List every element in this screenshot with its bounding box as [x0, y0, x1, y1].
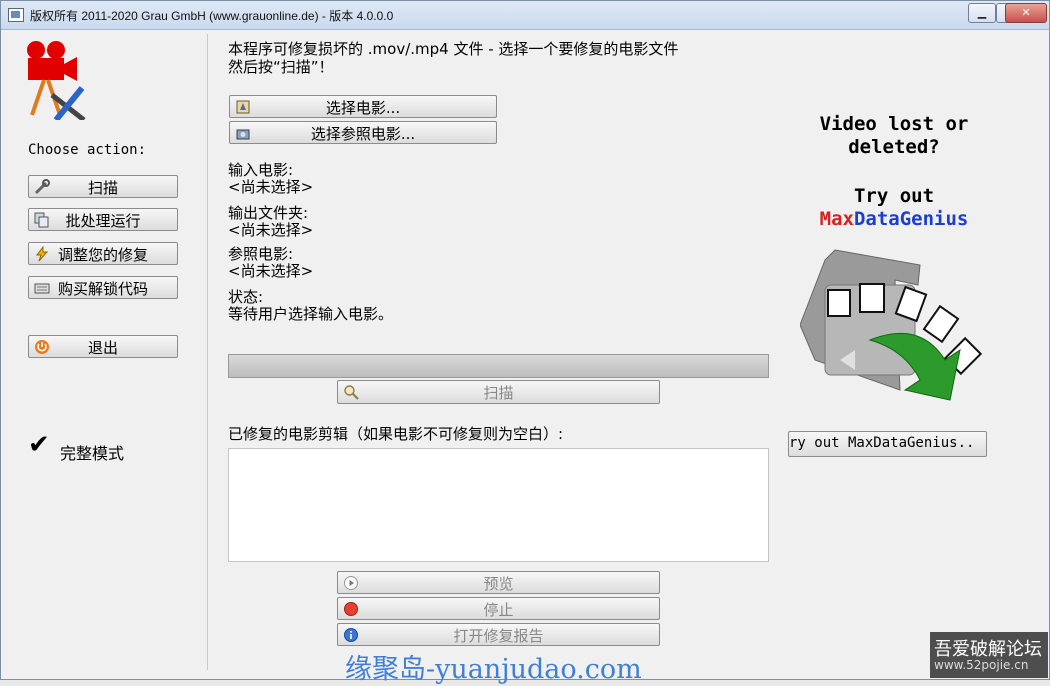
minimize-button[interactable]: ▁: [968, 3, 996, 23]
reference-movie-value: <尚未选择>: [228, 262, 314, 280]
input-movie-label: 输入电影:: [228, 161, 294, 179]
buy-code-label: 购买解锁代码: [57, 280, 148, 298]
app-logo-icon: [27, 41, 86, 120]
watermark-text: 缘聚岛-yuanjudao.com: [345, 654, 642, 685]
status-value: 等待用户选择输入电影。: [228, 305, 394, 323]
full-mode-check-icon: ✔: [28, 430, 50, 460]
tune-repair-label: 调整您的修复: [57, 246, 148, 264]
select-reference-label: 选择参照电影...: [310, 125, 416, 143]
promo-try-out: Try out: [853, 185, 935, 207]
scan-label: 扫描: [483, 384, 514, 402]
output-folder-value: <尚未选择>: [228, 221, 314, 239]
buy-code-button[interactable]: 购买解锁代码: [28, 276, 178, 299]
promo-headline: Video lost or deleted?: [790, 113, 998, 159]
choose-action-label: Choose action:: [28, 142, 147, 158]
exit-label: 退出: [87, 339, 118, 357]
preview-label: 预览: [483, 575, 514, 593]
output-folder-label: 输出文件夹:: [228, 204, 309, 222]
promo-line2: deleted?: [848, 136, 940, 158]
promo-line1: Video lost or: [819, 113, 969, 135]
window-title: 版权所有 2011-2020 Grau GmbH (www.grauonline…: [30, 9, 394, 23]
close-button[interactable]: ✕: [1005, 3, 1047, 23]
open-report-label: 打开修复报告: [453, 627, 544, 645]
try-maxdatagenius-label: ry out MaxDataGenius..: [789, 435, 975, 451]
brand-max: Max: [819, 208, 854, 230]
reference-movie-label: 参照电影:: [228, 245, 294, 263]
brand-genius: Genius: [899, 208, 969, 230]
title-bar[interactable]: 版权所有 2011-2020 Grau GmbH (www.grauonline…: [1, 1, 1049, 30]
select-movie-label: 选择电影...: [325, 99, 401, 117]
repaired-clips-label: 已修复的电影剪辑（如果电影不可修复则为空白）:: [228, 425, 564, 443]
maxdatagenius-graphic: [800, 249, 983, 401]
exit-button[interactable]: 退出: [28, 335, 178, 358]
scan-side-button[interactable]: 扫描: [28, 175, 178, 198]
status-label: 状态:: [228, 288, 264, 306]
tune-repair-button[interactable]: 调整您的修复: [28, 242, 178, 265]
stop-button[interactable]: 停止: [337, 597, 660, 620]
scan-button[interactable]: 扫描: [337, 380, 660, 404]
brand-data: Data: [853, 208, 900, 230]
input-movie-value: <尚未选择>: [228, 178, 314, 196]
scan-side-label: 扫描: [87, 179, 118, 197]
instructions-heading: 本程序可修复损坏的 .mov/.mp4 文件 - 选择一个要修复的电影文件 然后…: [228, 40, 679, 76]
batch-run-button[interactable]: 批处理运行: [28, 208, 178, 231]
try-maxdatagenius-button[interactable]: ry out MaxDataGenius..: [788, 431, 987, 457]
open-report-button[interactable]: 打开修复报告: [337, 623, 660, 646]
site-url: www.52pojie.cn: [934, 658, 1029, 672]
repaired-clips-list[interactable]: [228, 448, 769, 562]
app-icon[interactable]: [8, 8, 24, 22]
progress-bar: [228, 354, 769, 378]
full-mode-label: 完整模式: [60, 444, 125, 463]
promo-brand: MaxDataGenius: [790, 208, 998, 230]
select-reference-button[interactable]: 选择参照电影...: [229, 121, 497, 144]
preview-button[interactable]: 预览: [337, 571, 660, 594]
stop-label: 停止: [483, 601, 514, 619]
select-movie-button[interactable]: 选择电影...: [229, 95, 497, 118]
site-watermark: 吾爱破解论坛 www.52pojie.cn: [930, 632, 1048, 678]
batch-run-label: 批处理运行: [65, 212, 141, 230]
